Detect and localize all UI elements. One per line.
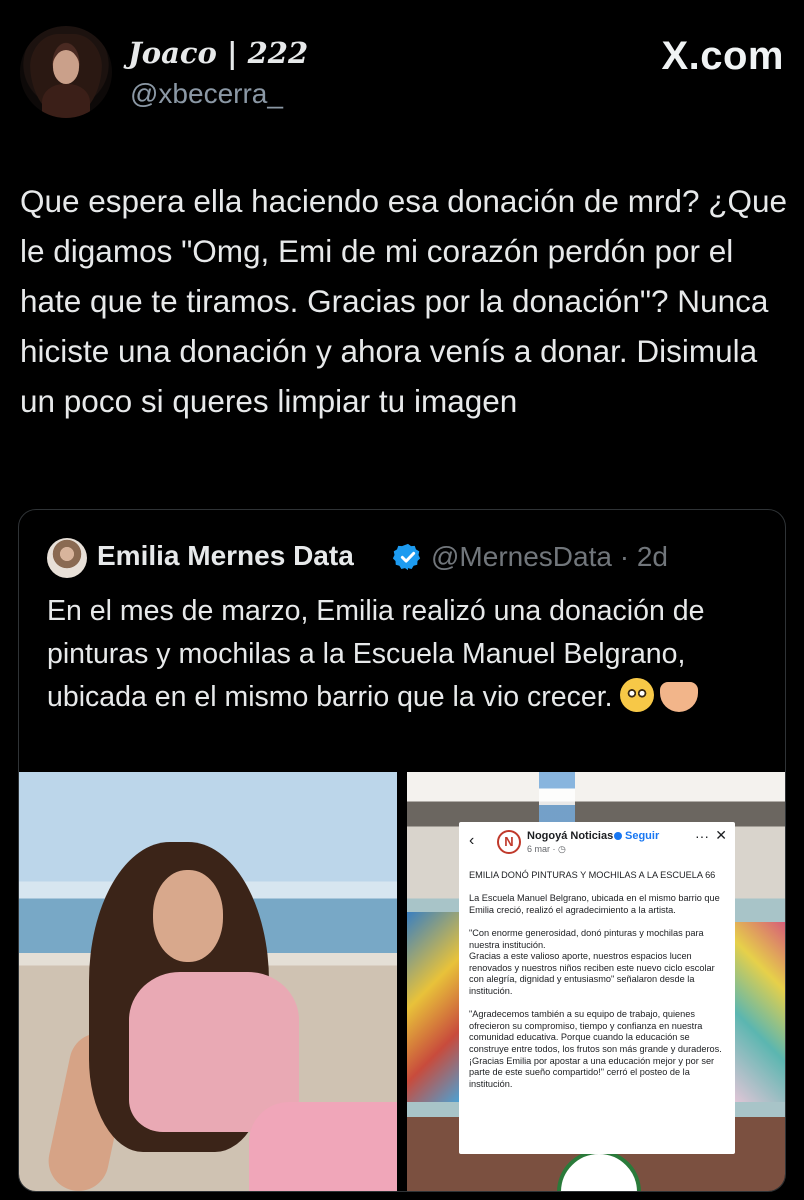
quote-handle-time[interactable]: @MernesData · 2d [431,541,668,573]
site-label: X.com [661,34,784,78]
school-seal [557,1150,641,1191]
avatar-body [42,84,90,118]
flag-shape [539,772,575,822]
photo-face-shape [153,870,223,962]
close-icon: ✕ [715,827,727,843]
quote-avatar[interactable] [47,538,87,578]
back-arrow-icon: ‹ [469,832,475,849]
quoted-tweet[interactable]: Emilia Mernes Data @MernesData · 2d En e… [18,509,786,1192]
media-photo-school-post[interactable]: ‹ N Nogoyá Noticias Seguir 6 mar · ◷ ···… [407,772,785,1191]
user-avatar[interactable] [20,26,112,118]
quote-text-body: En el mes de marzo, Emilia realizó una d… [47,595,705,713]
display-name[interactable]: Joaco | 222 [128,36,308,70]
media-photo-beach[interactable] [19,772,397,1191]
quote-display-name[interactable]: Emilia Mernes Data [97,540,354,572]
fb-post-body: EMILIA DONÓ PINTURAS Y MOCHILAS A LA ESC… [469,870,722,1089]
more-icon: ··· [695,828,709,844]
verified-badge-icon [393,543,421,571]
fb-verified-icon [614,832,622,840]
fb-page-name: Nogoyá Noticias [527,830,614,842]
tweet-text: Que espera ella haciendo esa donación de… [20,183,787,419]
heart-hands-emoji [660,682,699,712]
fb-follow-label: Seguir [625,830,660,842]
pleading-face-emoji [620,678,655,712]
avatar-face [53,50,79,84]
mural-right [731,922,785,1102]
user-handle[interactable]: @xbecerra_ [130,78,283,110]
mural-left [407,912,461,1102]
photo-skirt-shape [249,1102,397,1191]
fb-post-date: 6 mar · ◷ [527,844,566,854]
quote-text: En el mes de marzo, Emilia realizó una d… [47,590,767,719]
tweet-header: Joaco | 222 @xbecerra_ X.com [20,26,784,122]
page-logo-icon: N [497,830,521,854]
facebook-post-card: ‹ N Nogoyá Noticias Seguir 6 mar · ◷ ···… [459,822,735,1154]
